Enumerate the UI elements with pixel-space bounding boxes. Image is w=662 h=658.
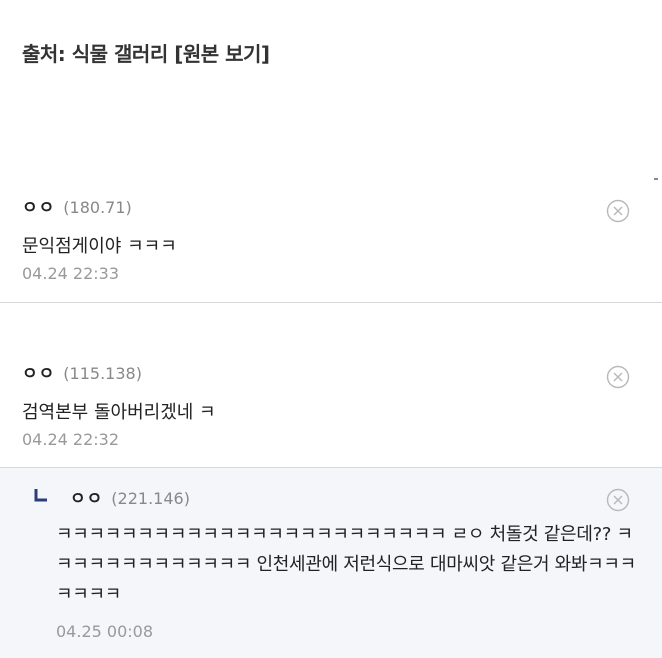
reply-arrow-icon: [34, 489, 47, 502]
comment-item: ㅇㅇ (180.71) 문익점게이야 ㅋㅋㅋ 04.24 22:33: [0, 193, 662, 303]
comment-date: 04.24 22:32: [22, 430, 119, 449]
comment-ip: (180.71): [63, 198, 132, 217]
view-original-link[interactable]: [원본 보기]: [174, 42, 270, 66]
reply-comment-item: ㅇㅇ (221.146) ㅋㅋㅋㅋㅋㅋㅋㅋㅋㅋㅋㅋㅋㅋㅋㅋㅋㅋㅋㅋㅋㅋㅋㅋ ㄹㅇ …: [0, 468, 662, 658]
comment-nickname[interactable]: ㅇㅇ: [22, 364, 55, 384]
reply-ip: (221.146): [111, 489, 190, 508]
comment-meta: ㅇㅇ (180.71): [22, 193, 132, 218]
source-line: 출처: 식물 갤러리 [원본 보기]: [22, 38, 270, 67]
circle-x-icon[interactable]: [606, 199, 630, 223]
comment-date: 04.24 22:33: [22, 264, 119, 283]
source-gallery-name: 식물 갤러리: [71, 42, 168, 66]
reply-nickname[interactable]: ㅇㅇ: [70, 489, 103, 509]
reply-meta: ㅇㅇ (221.146): [70, 484, 190, 509]
reply-text: ㅋㅋㅋㅋㅋㅋㅋㅋㅋㅋㅋㅋㅋㅋㅋㅋㅋㅋㅋㅋㅋㅋㅋㅋ ㄹㅇ 처돌것 같은데?? ㅋㅋ…: [56, 524, 636, 605]
comment-item: ㅇㅇ (115.138) 검역본부 돌아버리겠네 ㅋ 04.24 22:32: [0, 359, 662, 468]
comment-meta: ㅇㅇ (115.138): [22, 359, 142, 384]
source-prefix: 출처:: [22, 42, 72, 66]
scrollbar-indicator[interactable]: [654, 178, 658, 180]
comment-text: 문익점게이야 ㅋㅋㅋ: [22, 236, 177, 257]
comment-ip: (115.138): [63, 364, 142, 383]
circle-x-icon[interactable]: [606, 488, 630, 512]
reply-date: 04.25 00:08: [56, 622, 153, 641]
circle-x-icon[interactable]: [606, 365, 630, 389]
comment-nickname[interactable]: ㅇㅇ: [22, 198, 55, 218]
comment-text: 검역본부 돌아버리겠네 ㅋ: [22, 402, 216, 423]
